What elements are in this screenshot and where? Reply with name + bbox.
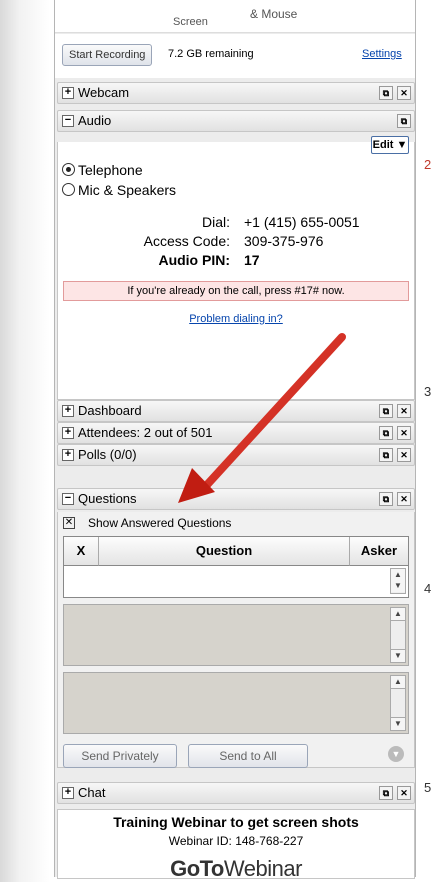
annotation-arrow	[178, 333, 346, 503]
arrow-shaft	[201, 333, 346, 491]
